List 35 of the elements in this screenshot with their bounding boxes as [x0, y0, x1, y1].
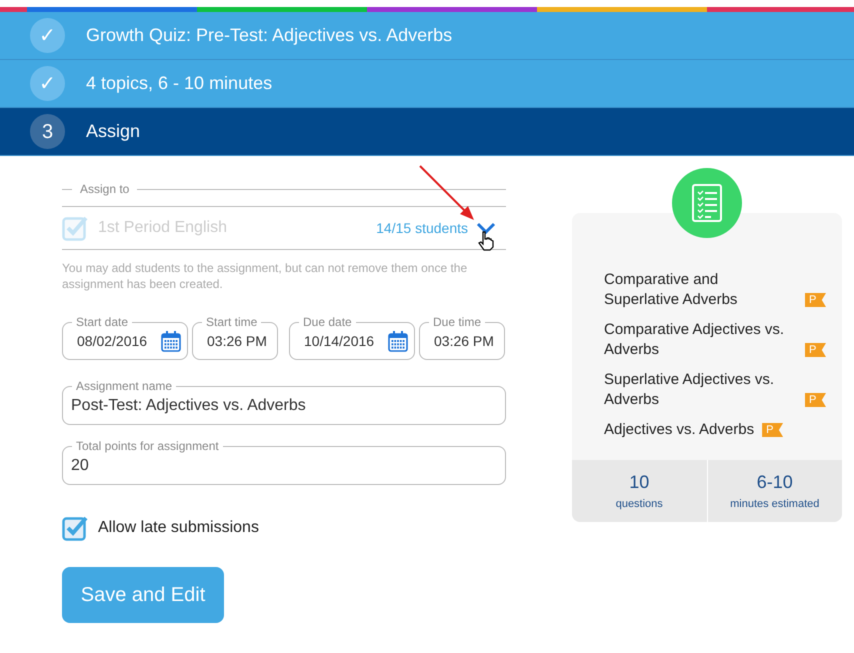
field-label: Assignment name: [72, 378, 176, 394]
topic-flag: P: [805, 293, 826, 307]
calendar-icon[interactable]: [388, 330, 408, 352]
stat-value: 6-10: [756, 471, 793, 494]
step-title: Growth Quiz: Pre-Test: Adjectives vs. Adverbs: [86, 24, 452, 47]
topic-name: Comparative and Superlative Adverbs: [604, 270, 738, 310]
step-marker: ✓: [30, 18, 65, 53]
hand-cursor-icon: [478, 231, 494, 251]
checkbox-label: Allow late submissions: [98, 518, 259, 538]
topic-flag: P: [805, 393, 826, 407]
checkbox[interactable]: [62, 515, 90, 541]
chevron-icon[interactable]: [476, 221, 496, 235]
step-title: 4 topics, 6 - 10 minutes: [86, 72, 272, 95]
step-title: Assign: [86, 120, 140, 143]
step-bar[interactable]: 3 Assign: [0, 108, 854, 156]
stat-value: 10: [629, 471, 650, 494]
field-value: 20: [71, 456, 89, 476]
topic-name: Adjectives vs. Adverbs: [604, 420, 754, 440]
field-value: 10/14/2016: [304, 332, 374, 350]
stat-label: minutes estimated: [730, 497, 820, 512]
field-value: 08/02/2016: [77, 332, 148, 350]
field-value: 03:26 PM: [434, 332, 494, 350]
field-value: 03:26 PM: [207, 332, 267, 350]
step-marker: ✓: [30, 66, 65, 101]
field-label: Total points for assignment: [72, 438, 223, 454]
stat-label: questions: [616, 497, 663, 512]
topic-flag: P: [805, 343, 826, 357]
section-legend: Assign to: [80, 180, 130, 198]
topic-name: Superlative Adjectives vs. Adverbs: [604, 370, 776, 410]
topic-flag: P: [762, 423, 784, 437]
hint-text: You may add students to the assignment, but can not remove them once the assignment has been created.: [62, 260, 468, 292]
step-marker: 3: [30, 114, 65, 149]
calendar-icon[interactable]: [161, 330, 181, 352]
topic-name: Comparative Adjectives vs. Adverbs: [604, 320, 786, 360]
field-value: Post-Test: Adjectives vs. Adverbs: [71, 396, 306, 416]
